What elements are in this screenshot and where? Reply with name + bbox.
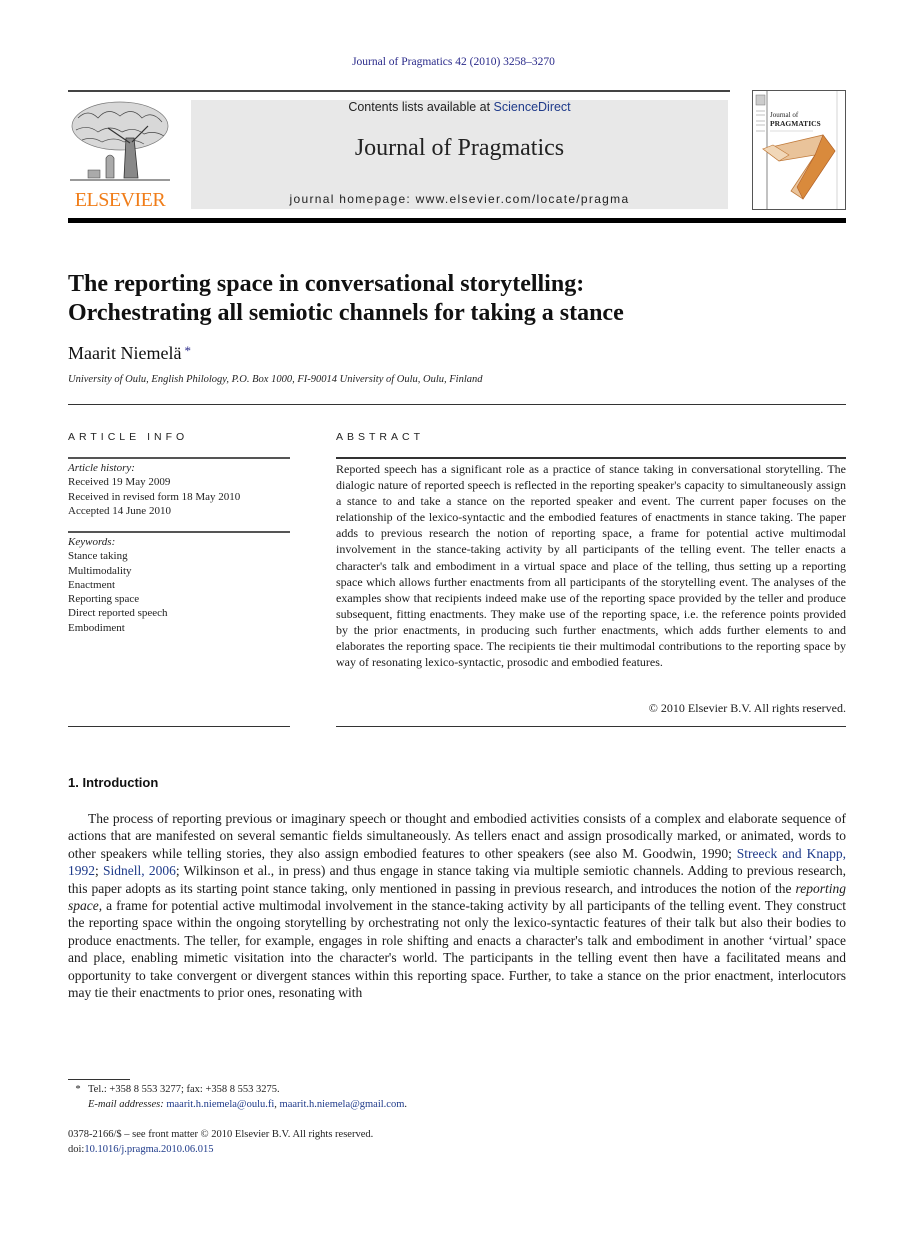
- email-end: .: [404, 1099, 408, 1110]
- citation-separator: ;: [95, 863, 104, 879]
- elsevier-tree-icon: [70, 101, 170, 181]
- masthead-divider: [68, 218, 846, 223]
- journal-name: Journal of Pragmatics: [354, 135, 565, 161]
- email-label: E-mail addresses:: [88, 1099, 164, 1110]
- intro-text-1: The process of reporting previous or ima…: [68, 811, 846, 861]
- author-name: Maarit Niemelä: [68, 343, 182, 363]
- article-history: Article history: Received 19 May 2009 Re…: [68, 461, 290, 518]
- history-accepted: Accepted 14 June 2010: [68, 504, 171, 517]
- footnote-mark: *: [75, 1084, 81, 1095]
- footnote-emails: E-mail addresses: maarit.h.niemela@oulu.…: [88, 1098, 407, 1112]
- article-title: The reporting space in conversational st…: [68, 270, 848, 328]
- doi-label: doi:: [68, 1144, 85, 1155]
- history-received: Received 19 May 2009: [68, 476, 171, 489]
- affiliation: University of Oulu, English Philology, P…: [68, 374, 483, 385]
- email-link[interactable]: maarit.h.niemela@gmail.com: [280, 1099, 405, 1110]
- masthead-rule: [68, 90, 730, 92]
- intro-text-3: , a frame for potential active multimoda…: [68, 898, 846, 1001]
- contact-info: Tel.: +358 8 553 3277; fax: +358 8 553 3…: [88, 1084, 280, 1095]
- introduction-heading: 1. Introduction: [68, 775, 159, 790]
- article-info-rule: [68, 457, 290, 459]
- doi-link[interactable]: 10.1016/j.pragma.2010.06.015: [84, 1144, 213, 1155]
- keyword: Stance taking: [68, 550, 128, 563]
- history-revised: Received in revised form 18 May 2010: [68, 490, 241, 503]
- contents-prefix: Contents lists available at: [348, 100, 494, 114]
- abstract-text: Reported speech has a significant role a…: [336, 462, 846, 670]
- footnote-contact: * Tel.: +358 8 553 3277; fax: +358 8 553 …: [68, 1083, 280, 1097]
- running-head[interactable]: Journal of Pragmatics 42 (2010) 3258–327…: [0, 56, 907, 68]
- elsevier-logo[interactable]: ELSEVIER: [68, 98, 172, 210]
- intro-text-2: ; Wilkinson et al., in press) and thus e…: [68, 863, 846, 896]
- cover-title-line1: Journal of: [770, 111, 799, 119]
- article-info-bottom-rule: [68, 726, 290, 727]
- title-line-1: The reporting space in conversational st…: [68, 271, 585, 297]
- journal-homepage-link[interactable]: journal homepage: www.elsevier.com/locat…: [191, 192, 728, 206]
- keywords-rule: [68, 531, 290, 533]
- corresponding-author-mark[interactable]: *: [184, 343, 191, 358]
- contents-line: Contents lists available at ScienceDirec…: [191, 100, 728, 114]
- email-link[interactable]: maarit.h.niemela@oulu.fi: [166, 1099, 274, 1110]
- citation-link[interactable]: Sidnell, 2006: [103, 863, 176, 878]
- sciencedirect-link[interactable]: ScienceDirect: [494, 100, 571, 114]
- footnote-rule: [68, 1079, 130, 1080]
- elsevier-wordmark: ELSEVIER: [74, 189, 166, 211]
- keywords: Keywords: Stance taking Multimodality En…: [68, 535, 290, 635]
- keywords-label: Keywords:: [68, 536, 116, 548]
- abstract-bottom-rule: [336, 726, 846, 727]
- penrose-triangle-icon: Journal of PRAGMATICS: [755, 91, 838, 209]
- header-divider: [68, 404, 846, 405]
- abstract-rule: [336, 457, 846, 459]
- article-history-label: Article history:: [68, 462, 135, 474]
- author: Maarit Niemelä *: [68, 343, 191, 364]
- keyword: Multimodality: [68, 564, 132, 577]
- front-matter: 0378-2166/$ – see front matter © 2010 El…: [68, 1129, 374, 1140]
- keyword: Enactment: [68, 578, 116, 591]
- abstract-heading: ABSTRACT: [336, 431, 425, 443]
- keyword: Embodiment: [68, 621, 125, 634]
- keyword: Reporting space: [68, 593, 140, 606]
- cover-title-line2: PRAGMATICS: [770, 119, 821, 128]
- abstract-copyright: © 2010 Elsevier B.V. All rights reserved…: [648, 701, 846, 715]
- masthead: Contents lists available at ScienceDirec…: [191, 100, 728, 209]
- journal-cover-image[interactable]: Journal of PRAGMATICS: [752, 90, 846, 210]
- doi-line: doi:10.1016/j.pragma.2010.06.015: [68, 1143, 214, 1157]
- title-line-2: Orchestrating all semiotic channels for …: [68, 300, 624, 326]
- keyword: Direct reported speech: [68, 607, 168, 620]
- article-info-heading: ARTICLE INFO: [68, 431, 189, 443]
- introduction-paragraph: The process of reporting previous or ima…: [68, 810, 846, 1001]
